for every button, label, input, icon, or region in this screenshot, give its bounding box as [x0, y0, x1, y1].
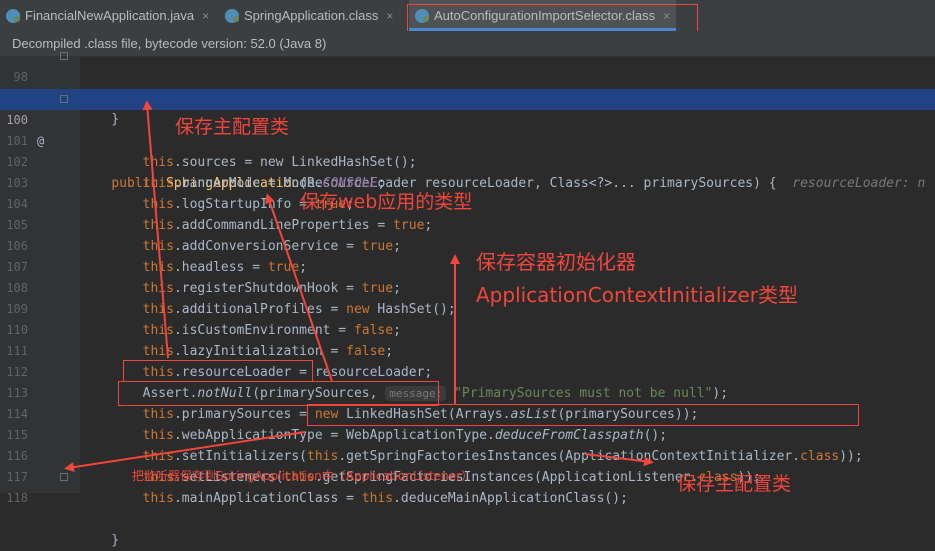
arrow-primary-sources — [142, 100, 169, 359]
arrow-main-class — [584, 453, 654, 467]
annotation-arrows — [64, 100, 654, 473]
arrow-listeners — [64, 431, 306, 473]
arrow-web-type — [265, 193, 333, 382]
